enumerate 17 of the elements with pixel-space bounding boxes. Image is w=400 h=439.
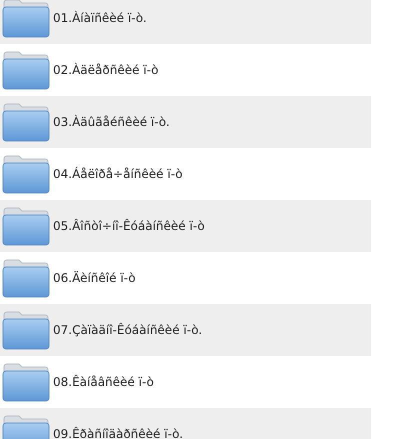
folder-icon bbox=[2, 310, 50, 350]
folder-name[interactable]: 05.Âîñòî÷íî-Êóáàíñêèé ï-ò bbox=[53, 217, 205, 235]
folder-icon bbox=[2, 0, 50, 38]
folder-name[interactable]: 06.Äèíñêîé ï-ò bbox=[53, 269, 136, 287]
folder-icon bbox=[2, 50, 50, 90]
folder-name[interactable]: 04.Áåëîðå÷åíñêèé ï-ò bbox=[53, 165, 183, 183]
folder-icon bbox=[2, 102, 50, 142]
folder-name[interactable]: 07.Çàïàäíî-Êóáàíñêèé ï-ò. bbox=[53, 321, 202, 339]
folder-name[interactable]: 01.Àíàïñêèé ï-ò. bbox=[53, 9, 147, 27]
folder-icon bbox=[2, 258, 50, 298]
folder-name[interactable]: 02.Àäëåðñêèé ï-ò bbox=[53, 61, 159, 79]
folder-name[interactable]: 08.Êàíåâñêèé ï-ò bbox=[53, 373, 154, 391]
folder-name[interactable]: 09.Êðàñíîäàðñêèé ï-ò. bbox=[53, 425, 184, 439]
folder-name[interactable]: 03.Àäûãåéñêèé ï-ò. bbox=[53, 113, 170, 131]
folder-icon bbox=[2, 154, 50, 194]
folder-icon bbox=[2, 206, 50, 246]
folder-icon bbox=[2, 362, 50, 402]
